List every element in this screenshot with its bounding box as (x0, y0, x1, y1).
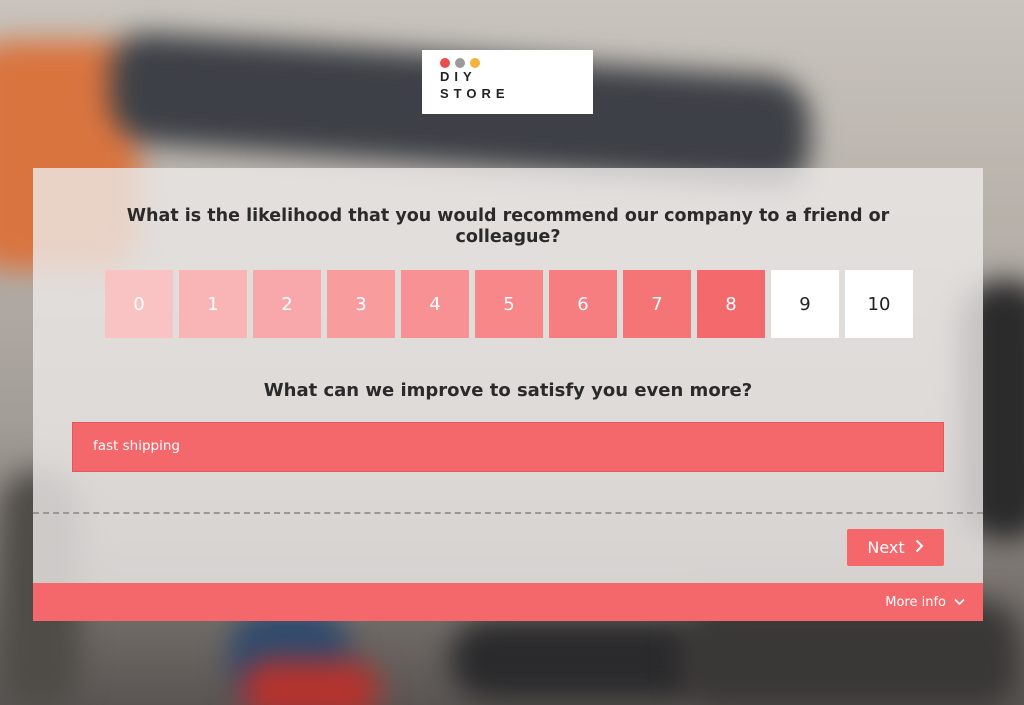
score-option-4[interactable]: 4 (401, 270, 469, 338)
score-option-5[interactable]: 5 (475, 270, 543, 338)
store-logo: DIY STORE (422, 50, 593, 114)
score-option-7[interactable]: 7 (623, 270, 691, 338)
survey-panel: What is the likelihood that you would re… (33, 168, 983, 583)
bg-blob (450, 620, 710, 700)
footer-bar: More info (33, 583, 983, 621)
question-recommend: What is the likelihood that you would re… (126, 206, 890, 247)
logo-dot-gray (455, 58, 465, 68)
more-info-toggle[interactable]: More info (885, 595, 965, 610)
logo-line-1: DIY (440, 69, 477, 84)
score-option-2[interactable]: 2 (253, 270, 321, 338)
bg-blob (240, 660, 380, 705)
score-option-0[interactable]: 0 (105, 270, 173, 338)
logo-dots (440, 58, 593, 68)
chevron-right-icon (915, 538, 924, 557)
more-info-label: More info (885, 595, 946, 610)
score-option-6[interactable]: 6 (549, 270, 617, 338)
dashed-divider (33, 512, 983, 514)
logo-dot-yellow (470, 58, 480, 68)
improve-answer-input[interactable]: fast shipping (72, 422, 944, 472)
score-option-3[interactable]: 3 (327, 270, 395, 338)
score-option-8[interactable]: 8 (697, 270, 765, 338)
nps-scale: 0 1 2 3 4 5 6 7 8 9 10 (105, 270, 913, 338)
logo-dot-red (440, 58, 450, 68)
score-option-9[interactable]: 9 (771, 270, 839, 338)
question-improve: What can we improve to satisfy you even … (263, 380, 753, 401)
chevron-down-icon (954, 595, 965, 610)
logo-line-2: STORE (440, 86, 510, 101)
next-button-label: Next (867, 538, 905, 557)
score-option-10[interactable]: 10 (845, 270, 913, 338)
next-button[interactable]: Next (847, 529, 944, 566)
score-option-1[interactable]: 1 (179, 270, 247, 338)
